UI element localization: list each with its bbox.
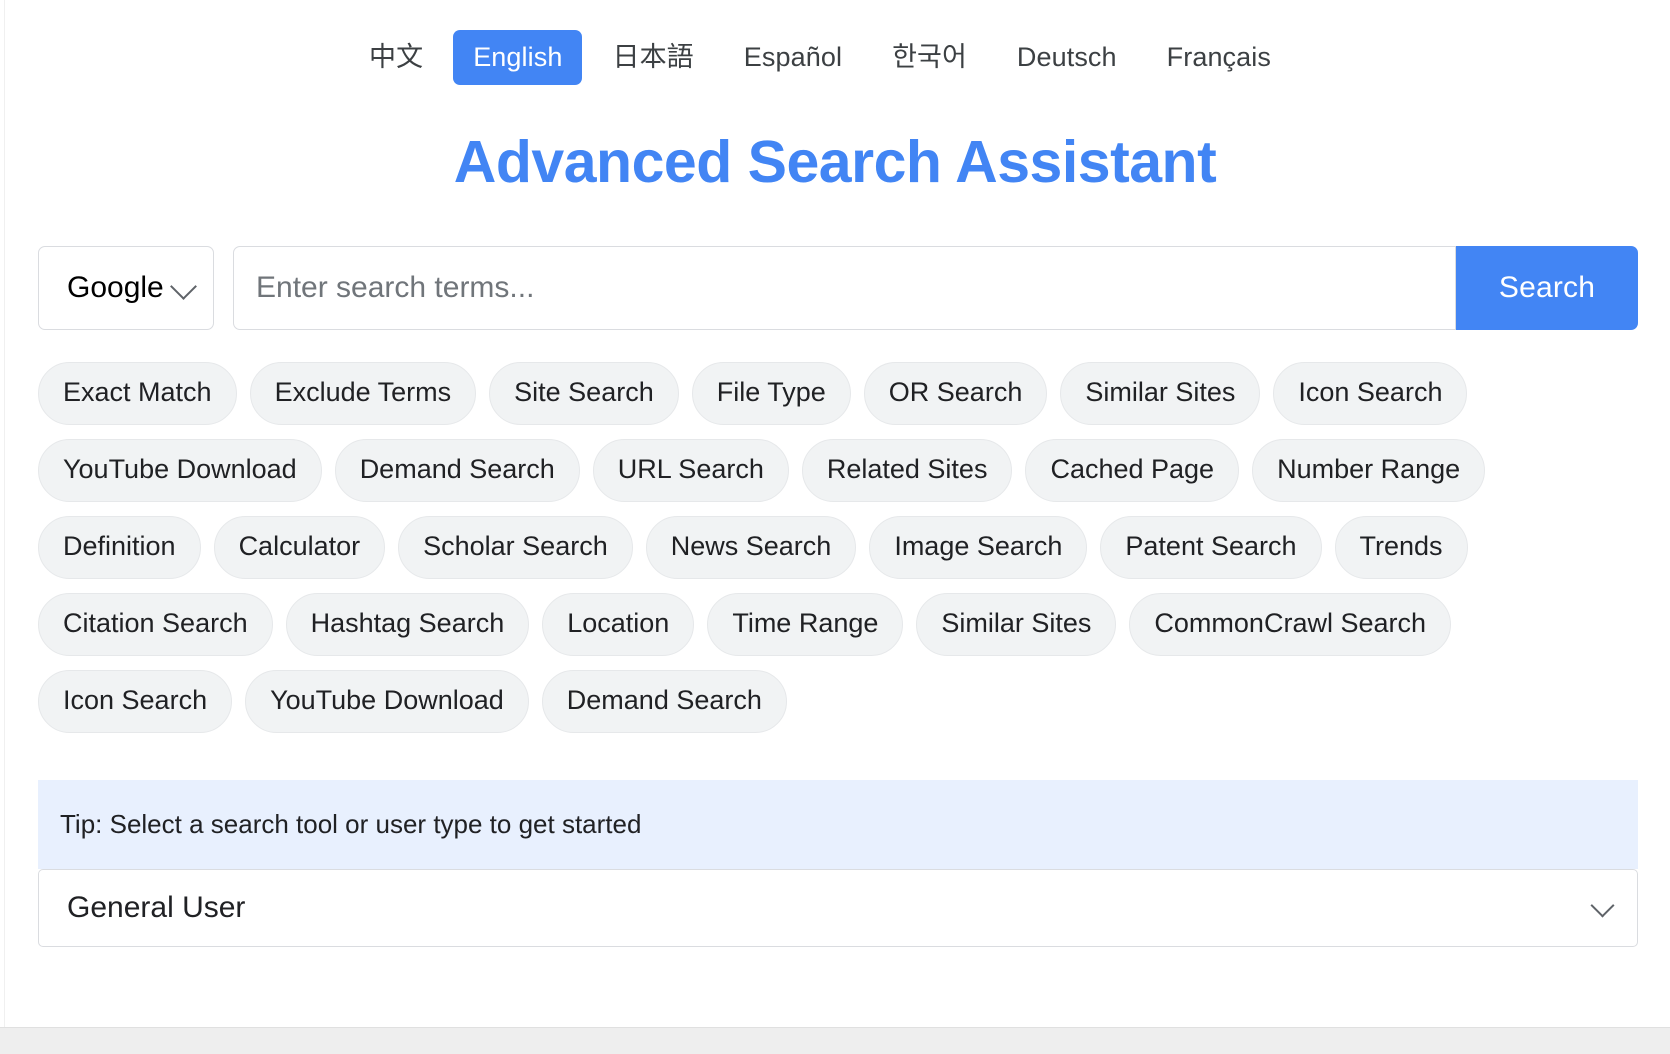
tag-pill[interactable]: Exclude Terms (249, 361, 477, 425)
chevron-down-icon (1590, 893, 1615, 918)
tag-pill[interactable]: Calculator (213, 515, 386, 579)
tag-pill[interactable]: Definition (38, 515, 201, 579)
language-option-4[interactable]: 한국어 (872, 30, 987, 85)
bottom-strip (0, 1027, 1670, 1054)
tag-pill[interactable]: Number Range (1252, 438, 1486, 502)
language-option-5[interactable]: Deutsch (997, 30, 1137, 85)
tag-pill[interactable]: News Search (645, 515, 857, 579)
tag-pill[interactable]: YouTube Download (245, 669, 529, 733)
tag-pill[interactable]: Patent Search (1100, 515, 1322, 579)
left-edge-divider (0, 0, 5, 1028)
tag-pill[interactable]: OR Search (863, 361, 1048, 425)
search-engine-select[interactable]: Google (38, 245, 214, 330)
tag-pill[interactable]: YouTube Download (38, 438, 322, 502)
tag-pill[interactable]: Location (542, 592, 695, 656)
tag-pill[interactable]: Similar Sites (1060, 361, 1261, 425)
tip-banner: Tip: Select a search tool or user type t… (38, 779, 1638, 869)
language-option-3[interactable]: Español (724, 30, 862, 85)
page-root: 中文 English 日本語 Español 한국어 Deutsch Français Ad… (0, 0, 1670, 1054)
tag-pill[interactable]: URL Search (592, 438, 789, 502)
tag-pill[interactable]: Similar Sites (916, 592, 1117, 656)
tag-pill[interactable]: Related Sites (801, 438, 1013, 502)
tag-pill[interactable]: Trends (1334, 515, 1468, 579)
language-bar: 中文 English 日本語 Español 한국어 Deutsch Français (0, 0, 1670, 85)
search-input[interactable] (234, 270, 1455, 305)
tag-pill[interactable]: File Type (691, 361, 851, 425)
tag-pill[interactable]: Time Range (707, 592, 904, 656)
search-engine-label: Google (67, 270, 164, 304)
language-option-1[interactable]: English (453, 30, 583, 85)
tag-pill[interactable]: Citation Search (38, 592, 273, 656)
tag-pill[interactable]: Icon Search (1273, 361, 1468, 425)
user-type-select[interactable]: General User (38, 868, 1638, 947)
tag-pill[interactable]: CommonCrawl Search (1129, 592, 1452, 656)
search-row: Google Search (38, 245, 1638, 330)
tag-pill[interactable]: Hashtag Search (285, 592, 530, 656)
language-option-2[interactable]: 日本語 (592, 30, 713, 85)
tag-pill[interactable]: Image Search (869, 515, 1088, 579)
tag-pill[interactable]: Cached Page (1025, 438, 1240, 502)
search-input-wrapper[interactable] (233, 245, 1456, 330)
tag-pill[interactable]: Demand Search (541, 669, 787, 733)
chevron-down-icon (170, 273, 197, 300)
tag-pill[interactable]: Demand Search (334, 438, 580, 502)
page-title: Advanced Search Assistant (453, 129, 1217, 195)
tag-pill[interactable]: Scholar Search (398, 515, 633, 579)
user-type-label: General User (67, 890, 246, 924)
language-option-6[interactable]: Français (1147, 30, 1291, 85)
language-option-0[interactable]: 中文 (349, 30, 443, 85)
tag-list: Exact Match Exclude Terms Site Search File … (38, 361, 1528, 733)
tag-pill[interactable]: Exact Match (38, 361, 237, 425)
search-button[interactable]: Search (1456, 245, 1638, 330)
tag-pill[interactable]: Site Search (489, 361, 679, 425)
tag-pill[interactable]: Icon Search (38, 669, 233, 733)
